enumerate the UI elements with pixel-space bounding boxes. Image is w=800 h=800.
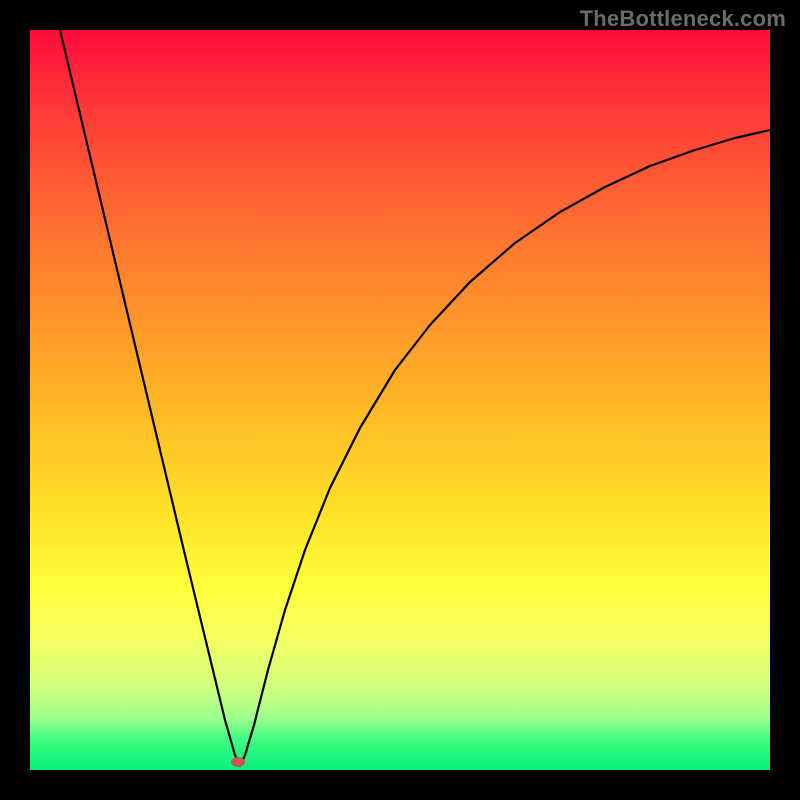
watermark-text: TheBottleneck.com [580, 6, 786, 32]
bottleneck-curve [60, 30, 770, 766]
chart-svg [30, 30, 770, 770]
chart-frame [30, 30, 770, 770]
minimum-marker [231, 757, 245, 767]
